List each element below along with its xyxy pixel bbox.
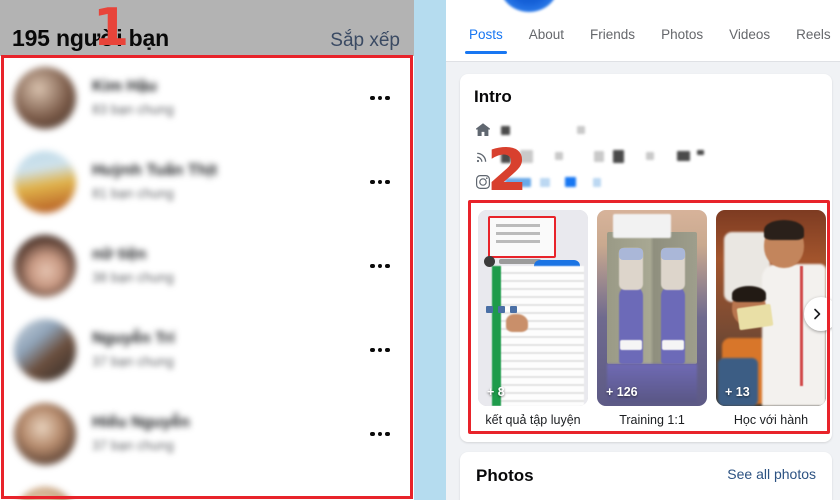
friend-mutual-count: 81 bạn chung [92, 186, 174, 201]
profile-tabbar[interactable]: Posts About Friends Photos Videos Reels … [446, 25, 840, 61]
intro-detail-home [474, 117, 818, 143]
friend-info: Hiếu Nguyễn 37 bạn chung [92, 413, 362, 455]
friend-options-icon[interactable] [362, 80, 398, 116]
tab-photos[interactable]: Photos [661, 25, 703, 54]
friend-name: Kim Hậu [92, 78, 157, 95]
tab-label: Friends [590, 27, 636, 42]
avatar[interactable] [14, 67, 76, 129]
friend-options-icon[interactable] [362, 416, 398, 452]
tab-label: Videos [729, 27, 771, 42]
rss-broadcast-icon [474, 147, 492, 165]
avatar[interactable] [14, 235, 76, 297]
friends-panel-header: 195 người bạn Sắp xếp [0, 0, 414, 56]
friend-options-icon[interactable] [362, 248, 398, 284]
highlight-item[interactable]: + 126 Training 1:1 [597, 210, 707, 427]
highlight-label: kết quả tập luyện [485, 413, 581, 427]
avatar[interactable] [14, 487, 76, 500]
friends-count-title: 195 người bạn [12, 25, 169, 51]
highlight-count: + 8 [487, 385, 505, 399]
redacted-text [577, 126, 585, 134]
avatar[interactable] [14, 319, 76, 381]
redacted-text [520, 149, 533, 163]
friend-info: Huỳnh Tuấn Thịt 81 bạn chung [92, 161, 362, 203]
highlight-item[interactable]: + 8 kết quả tập luyện [478, 210, 588, 427]
tab-label: Reels [796, 27, 831, 42]
redacted-text [697, 150, 704, 155]
redacted-text [540, 177, 550, 187]
intro-detail-broadcast [474, 143, 818, 169]
redacted-text [677, 151, 690, 161]
highlight-count: + 126 [606, 385, 638, 399]
intro-detail-instagram [474, 169, 818, 195]
photos-card: Photos See all photos [460, 452, 832, 500]
home-icon [474, 121, 492, 139]
friend-info: Kim Hậu 83 bạn chung [92, 77, 362, 119]
friend-list-item[interactable]: Hiếu Nguyễn 37 bạn chung [0, 392, 414, 476]
sort-friends-link[interactable]: Sắp xếp [330, 30, 400, 52]
highlight-thumbnail[interactable]: + 126 [597, 210, 707, 406]
tab-label: Photos [661, 27, 704, 42]
instagram-icon [474, 173, 492, 191]
highlight-thumbnail[interactable]: + 8 [478, 210, 588, 406]
friends-list[interactable]: Kim Hậu 83 bạn chung Huỳnh Tuấn Thịt 81 … [0, 56, 414, 500]
tab-friends[interactable]: Friends [590, 25, 635, 54]
friend-name: nữ tiện [92, 246, 147, 263]
tab-videos[interactable]: Videos [729, 25, 770, 54]
redacted-text [594, 150, 604, 162]
profile-topbar: Posts About Friends Photos Videos Reels … [446, 0, 840, 62]
backdrop-strip [414, 0, 446, 500]
redacted-text [593, 177, 601, 187]
tab-reels[interactable]: Reels [796, 25, 831, 54]
thumbnail-art [478, 210, 588, 406]
friend-options-icon[interactable] [362, 164, 398, 200]
redacted-text [505, 177, 531, 187]
carousel-next-icon[interactable] [804, 297, 832, 331]
avatar[interactable] [14, 151, 76, 213]
redacted-text [565, 177, 576, 187]
redacted-text [646, 152, 654, 160]
friend-list-item[interactable]: Kim Hậu 83 bạn chung [0, 56, 414, 140]
highlight-label: Học với hành [733, 413, 809, 427]
profile-panel: Posts About Friends Photos Videos Reels … [446, 0, 840, 500]
friend-list-item[interactable]: Huỳnh Tuấn Thịt 81 bạn chung [0, 140, 414, 224]
redacted-text [501, 125, 510, 135]
friend-name: Huỳnh Tuấn Thịt [92, 162, 218, 179]
profile-avatar[interactable] [500, 0, 558, 12]
friend-mutual-count: 83 bạn chung [92, 102, 174, 117]
see-all-photos-link[interactable]: See all photos [727, 466, 816, 482]
tab-about[interactable]: About [529, 25, 564, 54]
redacted-text [613, 149, 624, 163]
friend-list-item[interactable]: nữ tiện 38 bạn chung [0, 224, 414, 308]
friend-options-icon[interactable] [362, 332, 398, 368]
friend-name: Nguyễn Trí [92, 330, 175, 347]
photos-title: Photos [476, 466, 534, 485]
redacted-text [555, 152, 563, 160]
friend-info: nữ tiện 38 bạn chung [92, 245, 362, 287]
highlights-carousel[interactable]: + 8 kết quả tập luyện + 126 Training 1:1… [474, 205, 832, 430]
friend-mutual-count: 37 bạn chung [92, 438, 174, 453]
friend-list-item[interactable]: Nguyễn Trí 37 bạn chung [0, 308, 414, 392]
highlight-count: + 13 [725, 385, 750, 399]
friends-panel: 195 người bạn Sắp xếp Kim Hậu 83 bạn chu… [0, 0, 414, 500]
intro-title: Intro [474, 87, 512, 106]
screenshot-root: 195 người bạn Sắp xếp Kim Hậu 83 bạn chu… [0, 0, 840, 500]
highlights-track: + 8 kết quả tập luyện + 126 Training 1:1… [474, 205, 826, 430]
intro-card: Intro + 8 kết quả tập luyện + 126 Traini… [460, 74, 832, 442]
friend-mutual-count: 38 bạn chung [92, 270, 174, 285]
redacted-text [501, 149, 511, 163]
friend-name: Hiếu Nguyễn [92, 414, 190, 431]
friend-list-item[interactable] [0, 476, 414, 500]
tab-label: Posts [469, 27, 503, 42]
highlight-label: Training 1:1 [619, 413, 685, 427]
tab-label: About [528, 27, 565, 42]
friend-info: Nguyễn Trí 37 bạn chung [92, 329, 362, 371]
avatar[interactable] [14, 403, 76, 465]
friend-mutual-count: 37 bạn chung [92, 354, 174, 369]
tab-posts[interactable]: Posts [465, 25, 507, 54]
thumbnail-art [597, 210, 707, 406]
